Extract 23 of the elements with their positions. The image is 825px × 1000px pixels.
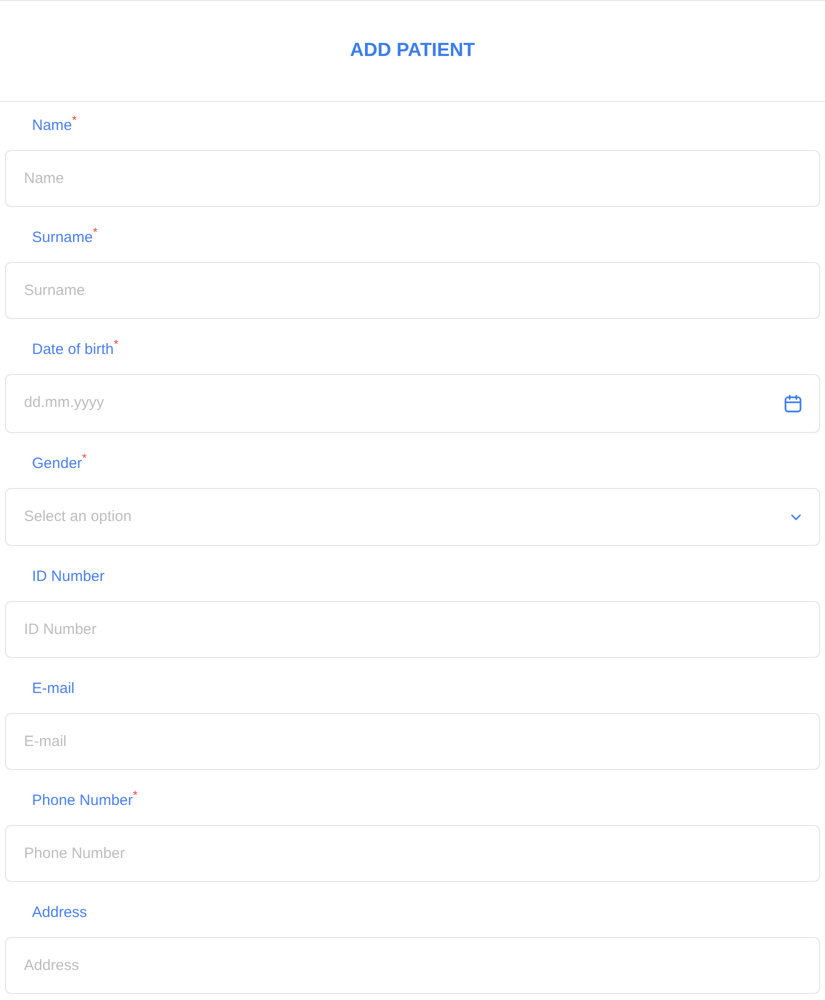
calendar-icon[interactable] (783, 394, 803, 414)
field-label: ID Number (32, 567, 105, 587)
required-mark: * (82, 452, 87, 464)
field-label: Gender (32, 455, 82, 474)
form-title: ADD PATIENT (350, 38, 475, 63)
field-label: Surname (32, 228, 93, 248)
required-mark: * (114, 338, 118, 350)
input-field[interactable]: Phone Number (5, 825, 820, 882)
field-label: Phone Number (32, 791, 133, 811)
input-field[interactable]: Surname (5, 262, 820, 319)
select-field[interactable]: Select an option (5, 488, 820, 546)
input-field[interactable]: Name (5, 150, 820, 207)
field-label: Date of birth (32, 340, 114, 360)
input-field[interactable]: E-mail (5, 713, 820, 770)
required-mark: * (72, 114, 77, 126)
input-field[interactable]: ID Number (5, 601, 820, 658)
field-label: Address (32, 903, 88, 923)
date-field[interactable]: dd.mm.yyyy (5, 374, 820, 433)
input-field[interactable]: Address (5, 937, 820, 994)
required-mark: * (92, 226, 98, 238)
field-label: Name (32, 117, 72, 136)
required-mark: * (132, 789, 138, 801)
field-label: E-mail (32, 679, 75, 699)
